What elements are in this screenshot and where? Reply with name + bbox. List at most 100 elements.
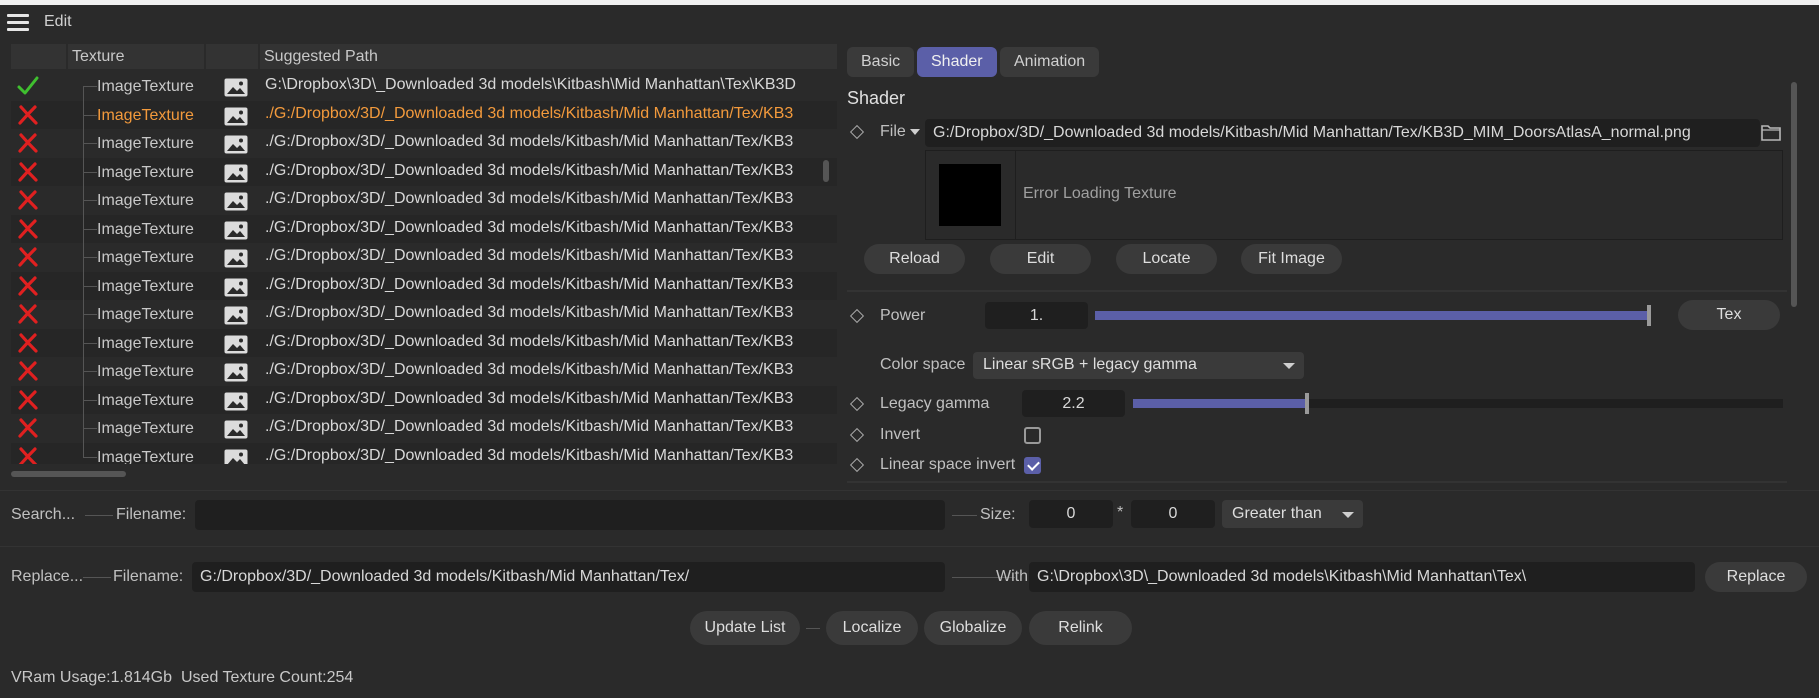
power-slider[interactable] xyxy=(1095,305,1651,326)
invert-keyframe-icon[interactable] xyxy=(849,427,865,443)
relink-button[interactable]: Relink xyxy=(1029,611,1132,645)
locate-button[interactable]: Locate xyxy=(1116,244,1217,274)
image-icon[interactable] xyxy=(224,78,248,97)
image-icon[interactable] xyxy=(224,221,248,240)
table-row[interactable]: ImageTexture ./G:/Dropbox/3D/_Downloaded … xyxy=(11,115,837,158)
image-icon[interactable] xyxy=(224,363,248,382)
status-column-header[interactable] xyxy=(11,44,68,69)
file-path-field[interactable]: G:/Dropbox/3D/_Downloaded 3d models/Kitb… xyxy=(925,119,1760,147)
tab-animation[interactable]: Animation xyxy=(1000,47,1100,77)
error-x-icon xyxy=(18,104,38,125)
table-vertical-scrollbar[interactable] xyxy=(823,160,829,182)
tree-line xyxy=(83,86,84,116)
table-row[interactable]: ImageTexture G:\Dropbox\3D\_Downloaded 3d… xyxy=(11,72,837,101)
error-x-icon xyxy=(18,161,38,182)
update-list-button[interactable]: Update List xyxy=(690,611,800,645)
tree-branch xyxy=(83,228,97,230)
menu-edit[interactable]: Edit xyxy=(44,13,72,31)
fit-image-button[interactable]: Fit Image xyxy=(1241,244,1342,274)
table-row[interactable]: ImageTexture ./G:/Dropbox/3D/_Downloaded … xyxy=(11,229,837,272)
table-row[interactable]: ImageTexture ./G:/Dropbox/3D/_Downloaded … xyxy=(11,172,837,215)
linear-space-invert-keyframe-icon[interactable] xyxy=(849,457,865,473)
tree-branch xyxy=(83,171,97,173)
texture-name: ImageTexture xyxy=(97,448,194,465)
table-row[interactable]: ImageTexture ./G:/Dropbox/3D/_Downloaded … xyxy=(11,343,837,386)
tree-line xyxy=(83,172,84,201)
size-compare-value: Greater than xyxy=(1232,505,1322,522)
texture-preview: Error Loading Texture xyxy=(925,150,1783,240)
color-space-dropdown[interactable]: Linear sRGB + legacy gamma xyxy=(973,352,1304,379)
legacy-gamma-slider-handle[interactable] xyxy=(1305,393,1309,414)
image-icon[interactable] xyxy=(224,192,248,211)
preview-column-header[interactable] xyxy=(206,44,260,69)
legacy-gamma-slider-fill xyxy=(1133,399,1309,408)
power-keyframe-icon[interactable] xyxy=(849,308,865,324)
image-icon[interactable] xyxy=(224,392,248,411)
power-value-field[interactable]: 1. xyxy=(985,302,1088,329)
replace-button[interactable]: Replace xyxy=(1705,562,1807,592)
table-row[interactable]: ImageTexture ./G:/Dropbox/3D/_Downloaded … xyxy=(11,143,837,186)
image-icon[interactable] xyxy=(224,335,248,354)
error-x-icon xyxy=(18,304,38,324)
section-divider-bottom xyxy=(847,481,1787,483)
legacy-gamma-value-field[interactable]: 2.2 xyxy=(1022,390,1125,417)
table-row[interactable]: ImageTexture ./G:/Dropbox/3D/_Downloaded … xyxy=(11,86,837,129)
image-icon[interactable] xyxy=(224,107,248,126)
error-x-icon xyxy=(18,190,38,210)
tree-line xyxy=(83,428,84,458)
tex-button[interactable]: Tex xyxy=(1678,300,1780,330)
legacy-gamma-keyframe-icon[interactable] xyxy=(849,396,865,412)
replace-with-input[interactable]: G:\Dropbox\3D\_Downloaded 3d models\Kitb… xyxy=(1029,562,1695,592)
color-space-value: Linear sRGB + legacy gamma xyxy=(983,356,1197,373)
texture-thumbnail[interactable] xyxy=(939,164,1001,226)
invert-checkbox[interactable] xyxy=(1024,427,1041,444)
table-horizontal-scrollbar[interactable] xyxy=(11,471,126,477)
table-row[interactable]: ImageTexture ./G:/Dropbox/3D/_Downloaded … xyxy=(11,428,837,465)
table-row[interactable]: ImageTexture ./G:/Dropbox/3D/_Downloaded … xyxy=(11,257,837,300)
error-x-icon xyxy=(18,361,38,381)
table-row[interactable]: ImageTexture ./G:/Dropbox/3D/_Downloaded … xyxy=(11,200,837,243)
size-width-input[interactable]: 0 xyxy=(1029,500,1113,528)
localize-button[interactable]: Localize xyxy=(826,611,918,645)
image-icon[interactable] xyxy=(224,449,248,465)
globalize-button[interactable]: Globalize xyxy=(924,611,1022,645)
checkmark-icon xyxy=(17,76,39,95)
suggested-path: ./G:/Dropbox/3D/_Downloaded 3d models/Ki… xyxy=(265,133,794,150)
edit-button[interactable]: Edit xyxy=(990,244,1091,274)
reload-button[interactable]: Reload xyxy=(864,244,965,274)
suggested-path: ./G:/Dropbox/3D/_Downloaded 3d models/Ki… xyxy=(265,361,794,378)
size-compare-dropdown[interactable]: Greater than xyxy=(1222,500,1363,528)
image-icon[interactable] xyxy=(224,306,248,325)
file-keyframe-icon[interactable] xyxy=(849,124,865,140)
table-row[interactable]: ImageTexture ./G:/Dropbox/3D/_Downloaded … xyxy=(11,400,837,443)
hamburger-menu-icon[interactable] xyxy=(7,14,29,31)
file-options-chevron-icon[interactable] xyxy=(910,129,920,135)
texture-column-header[interactable]: Texture xyxy=(68,44,206,69)
image-icon[interactable] xyxy=(224,164,248,183)
table-row[interactable]: ImageTexture ./G:/Dropbox/3D/_Downloaded … xyxy=(11,371,837,414)
search-filename-input[interactable] xyxy=(195,500,945,530)
tab-basic[interactable]: Basic xyxy=(847,47,915,77)
image-icon[interactable] xyxy=(224,135,248,154)
image-icon[interactable] xyxy=(224,278,248,297)
legacy-gamma-slider[interactable] xyxy=(1133,393,1783,414)
power-slider-handle[interactable] xyxy=(1647,305,1651,326)
size-height-input[interactable]: 0 xyxy=(1131,500,1215,528)
suggested-path: ./G:/Dropbox/3D/_Downloaded 3d models/Ki… xyxy=(265,304,794,321)
folder-icon[interactable] xyxy=(1761,124,1781,141)
table-row[interactable]: ImageTexture ./G:/Dropbox/3D/_Downloaded … xyxy=(11,314,837,357)
properties-vertical-scrollbar[interactable] xyxy=(1791,82,1797,307)
image-icon[interactable] xyxy=(224,249,248,268)
linear-space-invert-checkbox[interactable] xyxy=(1024,457,1041,474)
tab-shader[interactable]: Shader xyxy=(917,47,997,77)
suggested-path-column-header[interactable]: Suggested Path xyxy=(260,44,837,69)
replace-filename-input[interactable]: G:/Dropbox/3D/_Downloaded 3d models/Kitb… xyxy=(192,562,945,592)
suggested-path: ./G:/Dropbox/3D/_Downloaded 3d models/Ki… xyxy=(265,161,794,179)
texture-name: ImageTexture xyxy=(97,135,194,152)
actions-connector xyxy=(806,628,820,629)
tree-branch xyxy=(83,114,97,116)
image-icon[interactable] xyxy=(224,420,248,439)
tree-line xyxy=(83,200,84,230)
section-divider xyxy=(847,290,1787,292)
table-row[interactable]: ImageTexture ./G:/Dropbox/3D/_Downloaded … xyxy=(11,286,837,329)
